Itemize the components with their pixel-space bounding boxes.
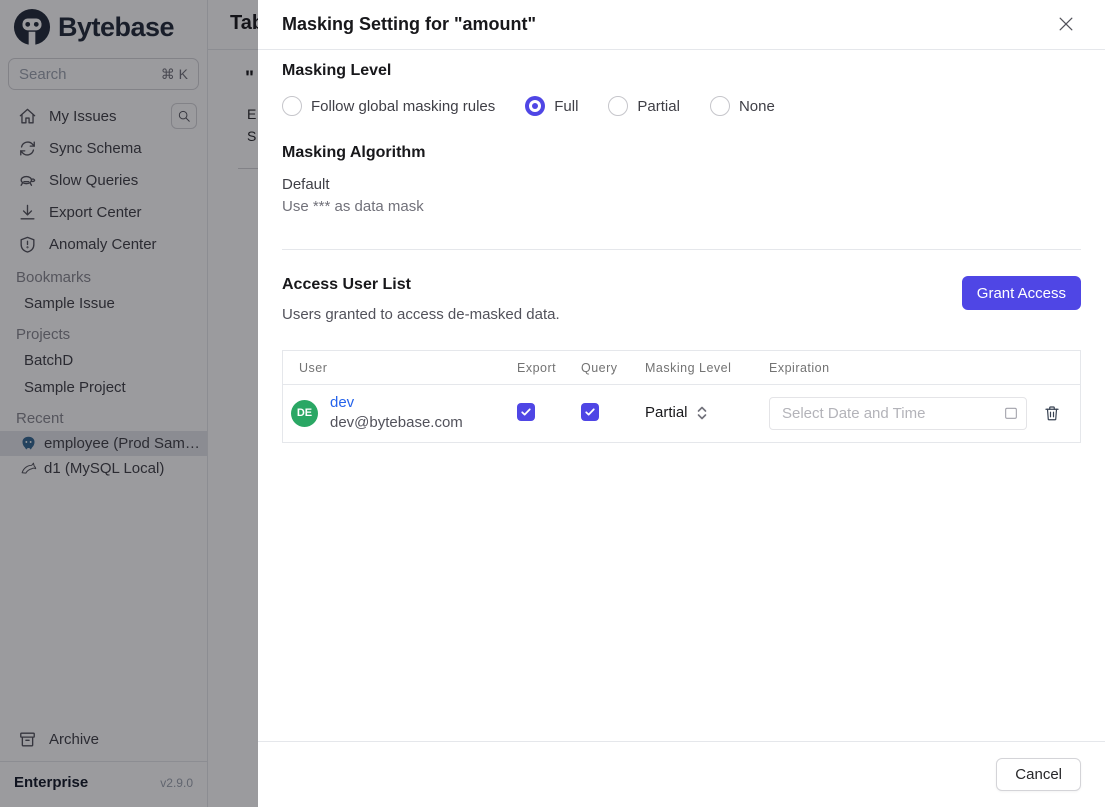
app-screen: Bytebase Search ⌘ K My Issues Sync Schem… (0, 0, 1105, 807)
column-header-masking-level: Masking Level (629, 351, 753, 385)
user-name-link[interactable]: dev (330, 393, 463, 413)
access-user-table: User Export Query Masking Level Expirati… (283, 351, 1080, 442)
modal-header: Masking Setting for "amount" (258, 0, 1105, 50)
trash-icon (1044, 406, 1059, 421)
radio-label: Follow global masking rules (311, 97, 496, 115)
access-user-table-container: User Export Query Masking Level Expirati… (282, 350, 1081, 443)
access-user-list-titles: Access User List Users granted to access… (282, 276, 560, 323)
modal-scrim[interactable] (0, 0, 258, 807)
cancel-button[interactable]: Cancel (996, 758, 1081, 791)
close-button[interactable] (1055, 14, 1077, 36)
check-icon (585, 408, 595, 416)
query-cell (565, 385, 629, 442)
column-header-user: User (283, 351, 501, 385)
masking-level-select[interactable]: Partial (645, 404, 708, 421)
radio-none[interactable]: None (709, 96, 775, 116)
masking-algorithm-value: Default (282, 176, 330, 193)
export-cell (501, 385, 565, 442)
radio-label: Full (554, 97, 579, 115)
chevron-up-down-icon (697, 406, 706, 420)
column-header-expiration: Expiration (753, 351, 1080, 385)
radio-circle-icon (282, 96, 302, 116)
table-header-row: User Export Query Masking Level Expirati… (283, 351, 1080, 385)
radio-follow-global-rules[interactable]: Follow global masking rules (282, 96, 495, 116)
expiration-cell (753, 385, 1080, 442)
close-icon (1059, 17, 1073, 30)
column-header-query: Query (565, 351, 629, 385)
user-email: dev@bytebase.com (330, 414, 463, 432)
radio-label: Partial (637, 97, 680, 115)
access-user-list-header: Access User List Users granted to access… (282, 276, 1081, 323)
radio-label: None (738, 97, 775, 115)
masking-level-value: Partial (645, 404, 688, 422)
delete-access-button[interactable] (1042, 404, 1061, 423)
masking-level-heading: Masking Level (282, 62, 392, 79)
modal-body: Masking Level Follow global masking rule… (258, 50, 1105, 741)
modal-title: Masking Setting for "amount" (282, 14, 537, 34)
user-cell: DE dev dev@bytebase.com (283, 385, 501, 442)
modal-footer: Cancel (258, 741, 1105, 807)
access-user-list-heading: Access User List (282, 276, 411, 293)
query-checkbox[interactable] (581, 403, 599, 422)
user-identity: dev dev@bytebase.com (330, 393, 463, 434)
section-divider (282, 249, 1081, 250)
column-header-export: Export (501, 351, 565, 385)
radio-circle-icon (608, 96, 629, 116)
radio-full[interactable]: Full (525, 96, 578, 116)
table-row: DE dev dev@bytebase.com Partial Select D… (283, 385, 1080, 442)
radio-circle-icon (709, 96, 730, 116)
access-user-list-subtitle: Users granted to access de-masked data. (282, 306, 560, 323)
masking-algorithm-description: Use *** as data mask (282, 198, 424, 215)
masking-level-radio-group: Follow global masking rules Full Partial… (282, 96, 1081, 116)
radio-circle-icon (525, 96, 546, 116)
date-input-wrap (769, 396, 1027, 430)
radio-partial[interactable]: Partial (608, 96, 680, 116)
expiration-date-input[interactable] (769, 396, 1027, 430)
masking-level-cell: Partial (629, 385, 753, 442)
masking-algorithm-heading: Masking Algorithm (282, 144, 426, 161)
avatar: DE (291, 399, 318, 427)
export-checkbox[interactable] (517, 403, 535, 422)
grant-access-button[interactable]: Grant Access (961, 276, 1081, 310)
check-icon (521, 408, 531, 416)
masking-setting-modal: Masking Setting for "amount" Masking Lev… (258, 0, 1105, 807)
